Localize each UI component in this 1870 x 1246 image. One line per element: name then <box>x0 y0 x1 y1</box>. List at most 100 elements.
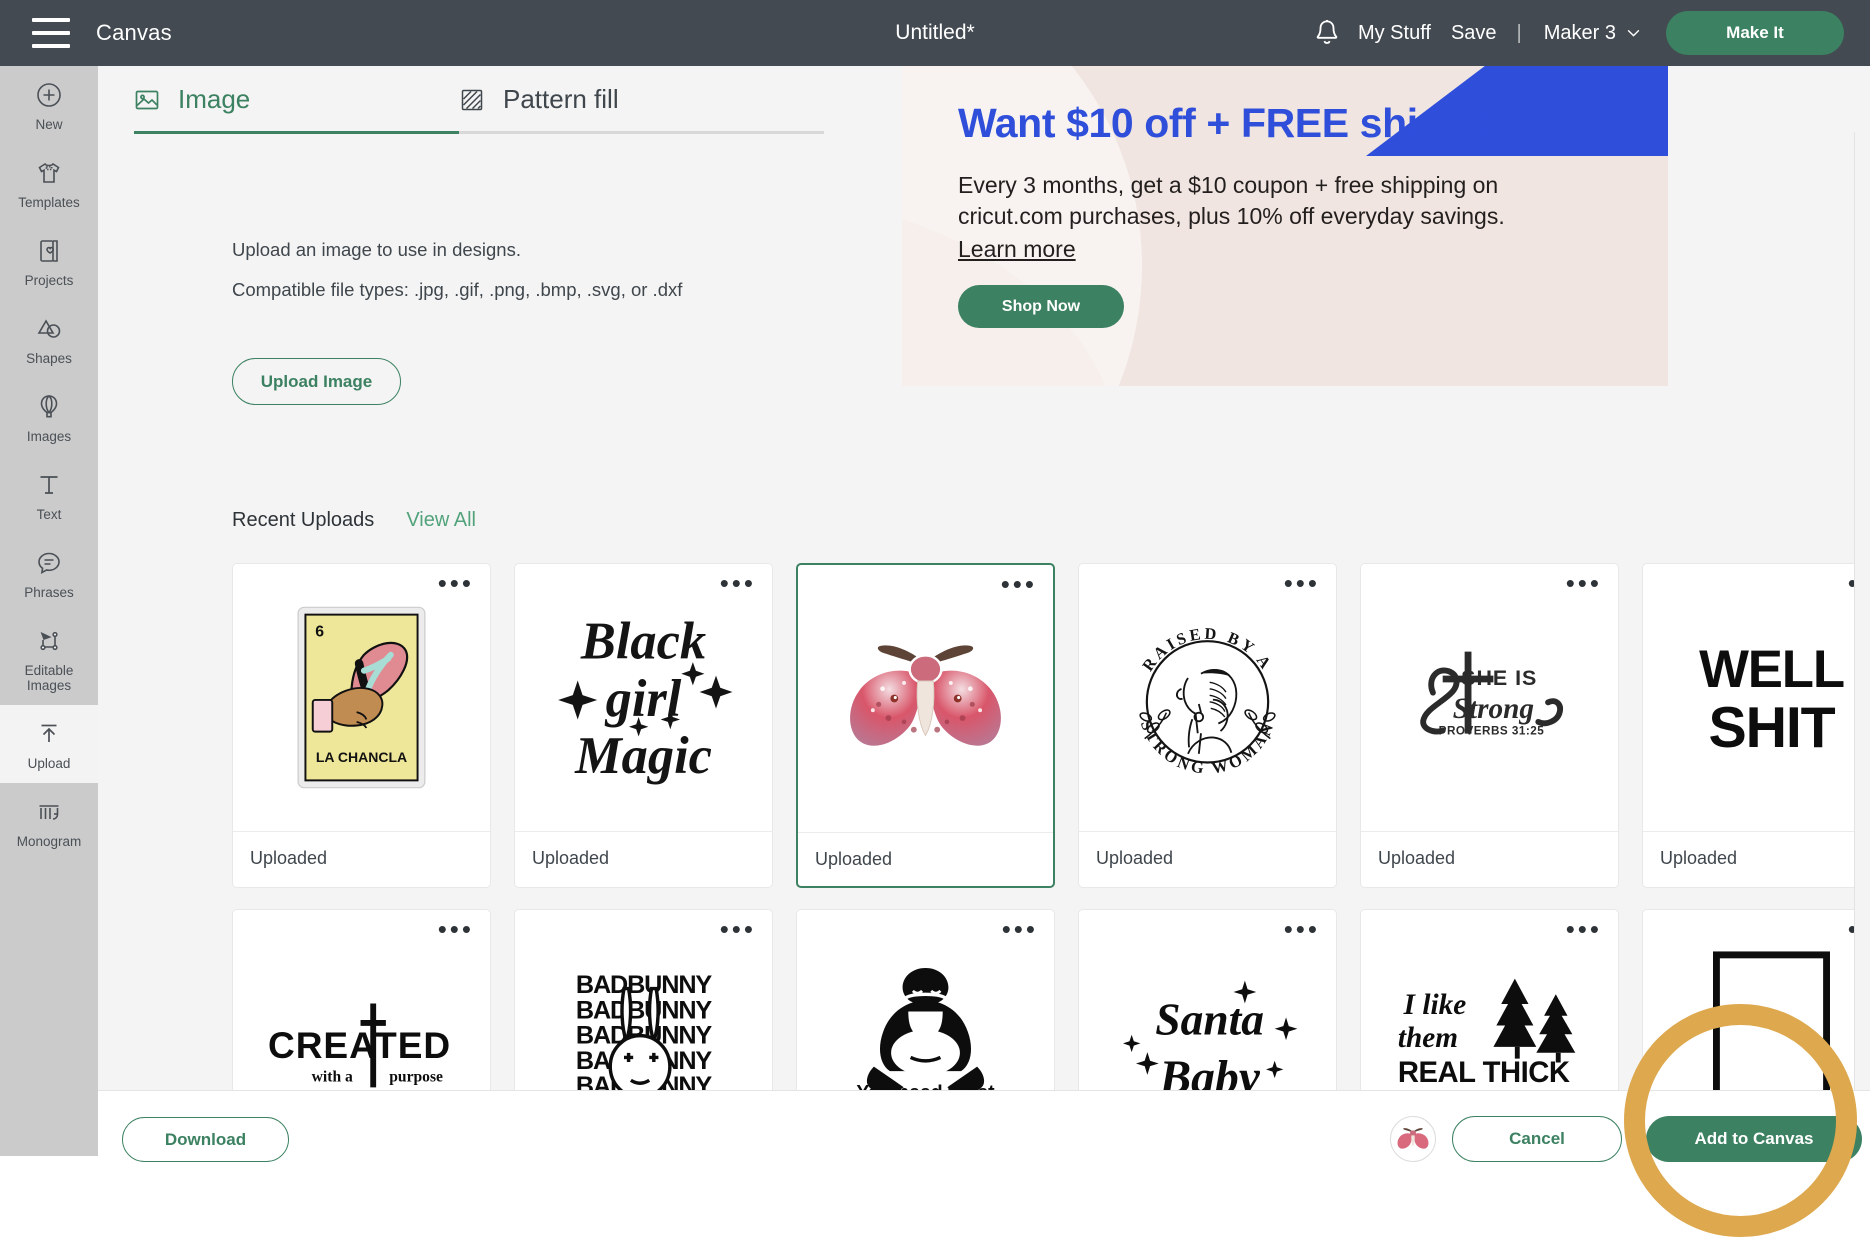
tshirt-icon <box>38 162 60 183</box>
card-menu-icon[interactable]: ••• <box>1002 916 1038 942</box>
sidebar-label-templates: Templates <box>18 195 80 210</box>
sidebar-item-projects[interactable]: Projects <box>0 222 98 300</box>
upload-card-selected[interactable]: ••• Uploaded <box>796 563 1055 888</box>
panel-scrollbar[interactable] <box>1854 132 1870 1090</box>
upload-card[interactable]: ••• I like them REAL THICK and SPRUCY <box>1360 909 1619 1090</box>
editable-nodes-icon <box>40 631 58 651</box>
my-stuff-link[interactable]: My Stuff <box>1358 22 1431 45</box>
upload-thumbnail: ••• I like them REAL THICK and SPRUCY <box>1361 910 1618 1090</box>
sidebar-label-monogram: Monogram <box>16 834 82 849</box>
top-bar: Canvas Untitled* My Stuff Save | Maker 3… <box>0 0 1870 66</box>
upload-card[interactable]: ••• WELL SHIT Uploaded <box>1642 563 1870 888</box>
add-to-canvas-button[interactable]: Add to Canvas <box>1646 1116 1862 1162</box>
sidebar-item-text[interactable]: Text <box>0 456 98 534</box>
sidebar-item-templates[interactable]: Templates <box>0 144 98 222</box>
text-t-icon <box>40 476 58 494</box>
hamburger-icon[interactable] <box>32 18 70 48</box>
sidebar-item-editable-images[interactable]: Editable Images <box>0 612 98 705</box>
card-menu-icon[interactable]: ••• <box>438 570 474 596</box>
upload-card[interactable]: ••• <box>1642 909 1870 1090</box>
canvas-label[interactable]: Canvas <box>96 20 172 46</box>
tab-image[interactable]: Image <box>134 66 459 131</box>
upload-thumbnail: ••• SHE IS Strong PROVERBS 31:25 <box>1361 564 1618 831</box>
la-chancla-loteria-art: 6 LA CHANCLA <box>297 606 426 789</box>
upload-status: Uploaded <box>798 832 1053 886</box>
raised-by-a-strong-woman-art: RAISED BY A STRONG WOMAN <box>1137 625 1276 778</box>
plus-circle-icon <box>37 83 61 107</box>
card-menu-icon[interactable]: ••• <box>1566 570 1602 596</box>
card-menu-icon[interactable]: ••• <box>1566 916 1602 942</box>
upload-card[interactable]: ••• Black girl Magic Uploaded <box>514 563 773 888</box>
upload-status: Uploaded <box>1361 831 1618 885</box>
selected-image-thumbnail[interactable] <box>1390 1116 1436 1162</box>
upload-thumbnail: ••• Santa Baby <box>1079 910 1336 1090</box>
left-sidebar: New Templates Projects Shapes Images Tex… <box>0 66 98 1156</box>
promo-body: Every 3 months, get a $10 coupon + free … <box>958 172 1505 229</box>
svg-text:PROVERBS 31:25: PROVERBS 31:25 <box>1439 725 1545 738</box>
card-menu-icon[interactable]: ••• <box>438 916 474 942</box>
machine-label: Maker 3 <box>1543 21 1616 44</box>
upload-card[interactable]: ••• 6 LA CHANCLA Uploaded <box>232 563 491 888</box>
upload-status: Uploaded <box>233 831 490 885</box>
promo-learn-more-link[interactable]: Learn more <box>958 236 1076 263</box>
sidebar-label-shapes: Shapes <box>26 351 72 366</box>
upload-card[interactable]: ••• CREATED with a purpose <box>232 909 491 1090</box>
upload-image-button[interactable]: Upload Image <box>232 358 401 405</box>
upload-thumbnail: ••• CREATED with a purpose <box>233 910 490 1090</box>
cancel-button[interactable]: Cancel <box>1452 1116 1622 1162</box>
svg-text:6: 6 <box>315 624 324 641</box>
pink-moth-art <box>845 637 1006 751</box>
save-link[interactable]: Save <box>1451 22 1497 45</box>
tab-pattern-fill-label: Pattern fill <box>503 84 619 114</box>
upload-thumbnail: ••• <box>1643 910 1870 1090</box>
recent-uploads-title: Recent Uploads <box>232 509 375 531</box>
upload-thumbnail: ••• 6 LA CHANCLA <box>233 564 490 831</box>
upload-card[interactable]: ••• SHE IS Strong PROVERBS 31:25 Uploade… <box>1360 563 1619 888</box>
sidebar-item-new[interactable]: New <box>0 66 98 144</box>
svg-text:Black: Black <box>580 613 706 671</box>
upload-thumbnail: ••• RAISED BY A STRONG WOMAN <box>1079 564 1336 831</box>
upload-thumbnail: ••• BADBUNNY BADBUNNY BADBUNNY BADBUNNY … <box>515 910 772 1090</box>
tab-pattern-fill[interactable]: Pattern fill <box>459 66 784 131</box>
upload-card[interactable]: ••• RAISED BY A STRONG WOMAN Uploaded <box>1078 563 1337 888</box>
tab-image-label: Image <box>178 84 251 114</box>
monogram-icon <box>39 805 59 820</box>
santa-baby-art: Santa Baby <box>1123 980 1298 1090</box>
svg-text:SHIT: SHIT <box>1708 696 1835 760</box>
card-menu-icon[interactable]: ••• <box>1001 571 1037 597</box>
upload-panel: Image Pattern fill Upload an image to us… <box>98 66 1870 1090</box>
card-menu-icon[interactable]: ••• <box>720 916 756 942</box>
svg-text:WELL: WELL <box>1699 640 1844 699</box>
machine-selector[interactable]: Maker 3 <box>1544 22 1640 45</box>
card-menu-icon[interactable]: ••• <box>1284 916 1320 942</box>
she-is-strong-art: SHE IS Strong PROVERBS 31:25 <box>1420 651 1563 738</box>
card-menu-icon[interactable]: ••• <box>720 570 756 596</box>
sidebar-item-images[interactable]: Images <box>0 378 98 456</box>
svg-text:with a: with a <box>312 1068 353 1085</box>
view-all-link[interactable]: View All <box>406 509 476 532</box>
download-button[interactable]: Download <box>122 1117 289 1162</box>
chevron-down-icon <box>1627 29 1640 37</box>
sidebar-item-monogram[interactable]: Monogram <box>0 783 98 861</box>
black-girl-magic-art: Black girl Magic <box>558 613 733 785</box>
promo-banner[interactable]: Want $10 off + FREE shipping? Every 3 mo… <box>902 66 1668 386</box>
upload-card[interactable]: ••• Santa Baby <box>1078 909 1337 1090</box>
upload-status: Uploaded <box>1643 831 1870 885</box>
sidebar-label-upload: Upload <box>27 756 71 771</box>
svg-text:REAL THICK: REAL THICK <box>1398 1057 1570 1089</box>
sidebar-item-phrases[interactable]: Phrases <box>0 534 98 612</box>
notification-bell-icon[interactable] <box>1314 19 1340 47</box>
svg-text:RAISED BY A: RAISED BY A <box>1139 625 1276 675</box>
upload-thumbnail: ••• Black girl Magic <box>515 564 772 831</box>
sidebar-item-upload[interactable]: Upload <box>0 705 98 783</box>
sidebar-item-shapes[interactable]: Shapes <box>0 300 98 378</box>
card-menu-icon[interactable]: ••• <box>1284 570 1320 596</box>
upload-card[interactable]: ••• You need to let that shit go. <box>796 909 1055 1090</box>
make-it-button[interactable]: Make It <box>1666 11 1844 55</box>
promo-shop-now-button[interactable]: Shop Now <box>958 285 1124 328</box>
upload-hint-line2: Compatible file types: .jpg, .gif, .png,… <box>232 279 683 300</box>
shapes-icon <box>37 319 61 338</box>
real-thick-and-sprucy-art: I like them REAL THICK and SPRUCY <box>1398 978 1576 1090</box>
uploads-grid: ••• 6 LA CHANCLA Uploaded ••• Black girl… <box>232 563 1870 1090</box>
upload-card[interactable]: ••• BADBUNNY BADBUNNY BADBUNNY BADBUNNY … <box>514 909 773 1090</box>
